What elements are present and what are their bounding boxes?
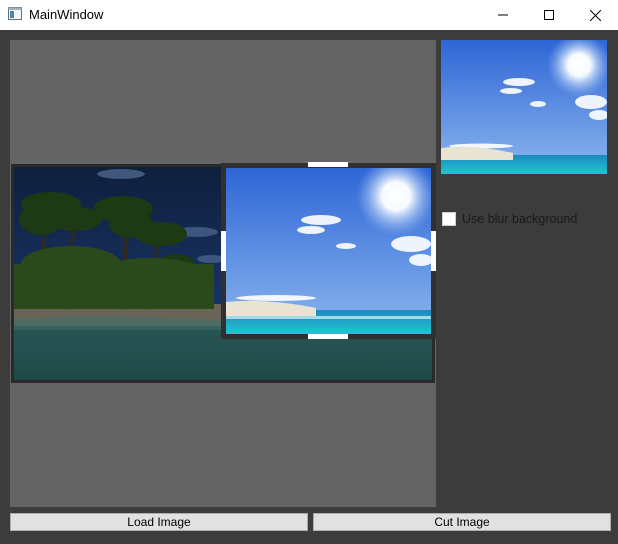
close-icon <box>589 9 601 21</box>
crop-handle-top[interactable] <box>308 162 348 167</box>
crop-handle-bottom[interactable] <box>308 334 348 339</box>
use-blur-background-label: Use blur background <box>462 212 578 226</box>
cut-image-button[interactable]: Cut Image <box>313 513 611 531</box>
crop-region-image <box>226 168 431 334</box>
crop-handle-right[interactable] <box>431 231 436 271</box>
title-bar[interactable]: MainWindow <box>0 0 618 30</box>
crop-selection[interactable] <box>221 162 436 339</box>
app-icon <box>8 7 22 20</box>
maximize-button[interactable] <box>526 0 572 30</box>
use-blur-background-checkbox[interactable] <box>442 212 456 226</box>
use-blur-background-option[interactable]: Use blur background <box>442 210 577 228</box>
close-button[interactable] <box>572 0 618 30</box>
load-image-button[interactable]: Load Image <box>10 513 308 531</box>
minimize-button[interactable] <box>480 0 526 30</box>
crop-handle-left[interactable] <box>221 231 226 271</box>
window-title: MainWindow <box>29 7 104 22</box>
crop-preview-image <box>441 40 607 174</box>
maximize-icon <box>544 10 554 20</box>
minimize-icon <box>498 14 508 16</box>
